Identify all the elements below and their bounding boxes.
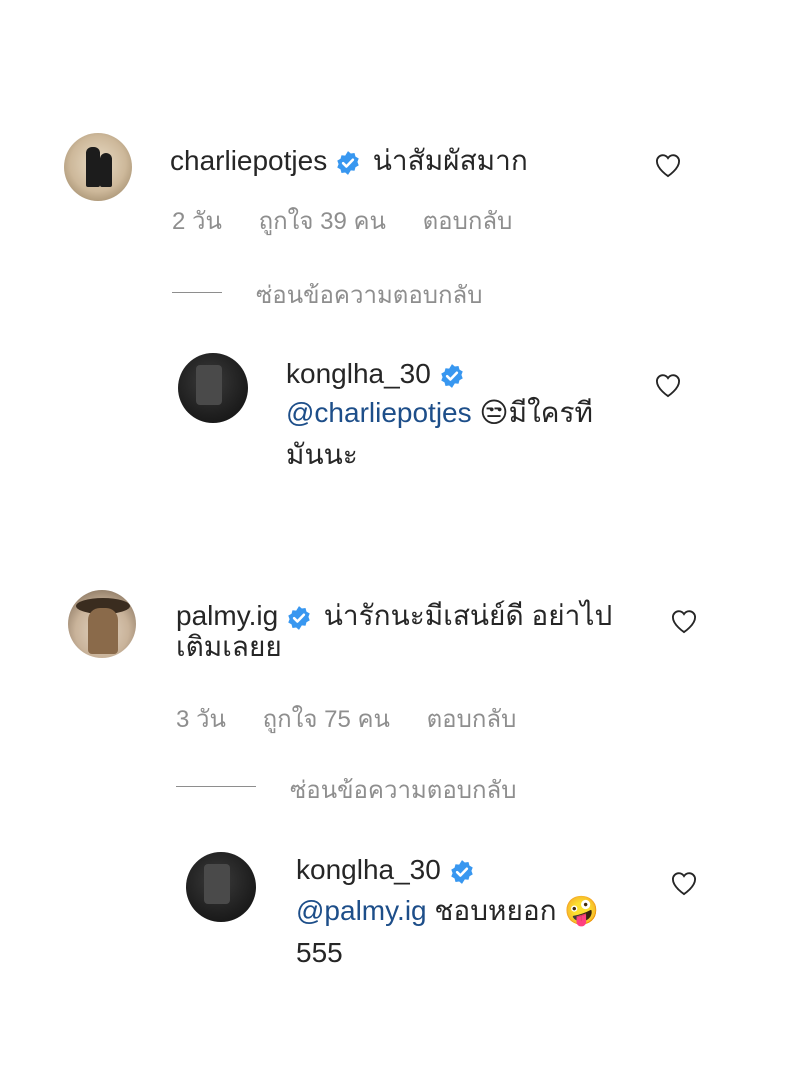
heart-outline-icon[interactable] xyxy=(670,608,698,634)
emoji: 😒 xyxy=(479,397,509,428)
comment-meta: 3 วัน ถูกใจ 75 คน ตอบกลับ xyxy=(176,699,546,738)
comment-time[interactable]: 2 วัน xyxy=(172,208,222,235)
comment-text: น่าสัมผัสมาก xyxy=(372,145,528,176)
replies-divider xyxy=(176,786,256,787)
comment-text: น่ารักนะมีเสน่ย์ดี อย่าไป xyxy=(323,600,613,631)
reply-line-1: @charliepotjes 😒มีใครที xyxy=(286,392,646,434)
verified-badge-icon xyxy=(337,150,359,175)
hide-replies-button[interactable]: ซ่อนข้อความตอบกลับ xyxy=(290,770,516,809)
comment-likes[interactable]: ถูกใจ 75 คน xyxy=(263,706,390,733)
avatar[interactable] xyxy=(186,852,256,922)
reply-button[interactable]: ตอบกลับ xyxy=(427,706,517,733)
reply-line-1: @palmy.ig ชอบหยอก 🤪 xyxy=(296,890,656,932)
username-text[interactable]: charliepotjes xyxy=(170,145,327,176)
reply-text-line1: มีใครที xyxy=(508,397,593,428)
mention-link[interactable]: @charliepotjes xyxy=(286,397,472,428)
reply-text-line1: ชอบหยอก xyxy=(434,895,557,926)
emoji: 🤪 xyxy=(564,895,600,926)
reply-text-line2: 555 xyxy=(296,937,343,968)
comment-time[interactable]: 3 วัน xyxy=(176,706,226,733)
verified-badge-icon xyxy=(450,859,473,884)
mention-link[interactable]: @palmy.ig xyxy=(296,895,427,926)
heart-outline-icon[interactable] xyxy=(654,372,682,398)
comment-likes[interactable]: ถูกใจ 39 คน xyxy=(259,208,386,235)
avatar[interactable] xyxy=(178,353,248,423)
reply-username[interactable]: konglha_30 xyxy=(286,358,465,390)
comment-text-line2: เติมเลยย xyxy=(176,631,282,662)
replies-divider xyxy=(172,292,222,293)
verified-badge-icon xyxy=(288,605,310,630)
reply-text: @palmy.ig ชอบหยอก 🤪 555 xyxy=(296,890,656,974)
username-text[interactable]: konglha_30 xyxy=(296,854,441,885)
reply-button[interactable]: ตอบกลับ xyxy=(423,208,513,235)
avatar[interactable] xyxy=(64,133,132,201)
hide-replies-button[interactable]: ซ่อนข้อความตอบกลับ xyxy=(256,275,482,314)
reply-text-line2: มันนะ xyxy=(286,439,358,470)
username-text[interactable]: konglha_30 xyxy=(286,358,431,389)
comment-username[interactable]: charliepotjes น่าสัมผัสมาก xyxy=(170,139,528,183)
heart-outline-icon[interactable] xyxy=(654,152,682,178)
reply-text: @charliepotjes 😒มีใครที มันนะ xyxy=(286,392,646,476)
comment-meta: 2 วัน ถูกใจ 39 คน ตอบกลับ xyxy=(172,201,542,240)
heart-outline-icon[interactable] xyxy=(670,870,698,896)
avatar[interactable] xyxy=(68,590,136,658)
reply-username[interactable]: konglha_30 xyxy=(296,854,475,886)
verified-badge-icon xyxy=(440,363,463,388)
